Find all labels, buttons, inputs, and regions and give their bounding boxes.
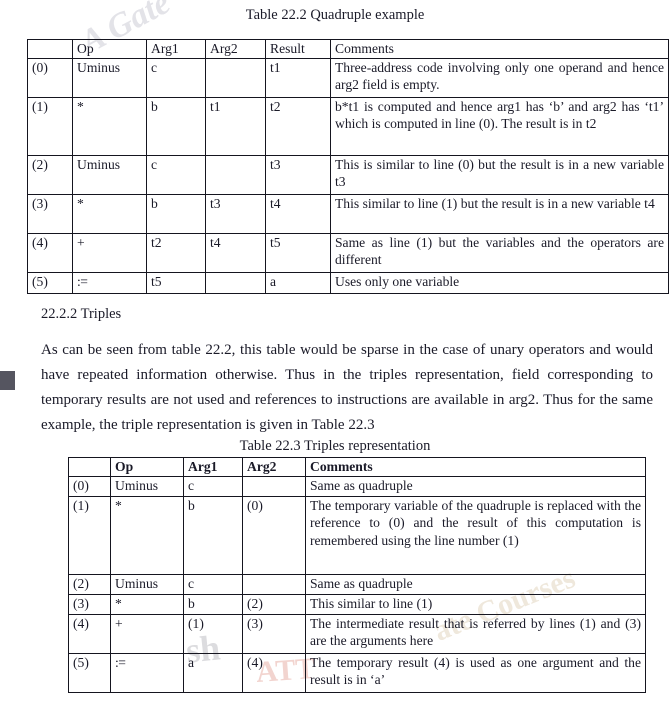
cell-op: +	[110, 614, 184, 655]
cell-arg2: (4)	[242, 653, 306, 694]
cell-comments: Uses only one variable	[330, 272, 669, 295]
cell-comments: b*t1 is computed and hence arg1 has ‘b’ …	[330, 97, 669, 157]
cell-arg2	[242, 574, 306, 596]
cell-index: (0)	[27, 58, 73, 99]
header-arg2: Arg2	[242, 456, 306, 478]
cell-arg1: t2	[146, 233, 206, 274]
header-op: Op	[110, 456, 184, 478]
cell-comments: Same as line (1) but the variables and t…	[330, 233, 669, 274]
cell-result: a	[265, 272, 331, 295]
cell-op: :=	[110, 653, 184, 694]
cell-arg2: t4	[205, 233, 266, 274]
cell-index: (5)	[27, 272, 73, 295]
cell-index: (2)	[68, 574, 111, 596]
cell-arg1: b	[146, 97, 206, 157]
cell-arg1: b	[183, 594, 243, 616]
cell-arg2	[205, 58, 266, 99]
table-22-3-caption: Table 22.3 Triples representation	[239, 438, 431, 454]
table-row: (0) Uminus c t1 Three-address code invol…	[27, 58, 669, 99]
cell-result: t2	[265, 97, 331, 157]
header-arg1: Arg1	[183, 456, 243, 478]
cell-comments: Same as quadruple	[305, 476, 646, 498]
table-row: (2) Uminus c t3 This is similar to line …	[27, 155, 669, 196]
cell-op: :=	[72, 272, 147, 295]
header-arg1: Arg1	[146, 38, 206, 60]
cell-index: (4)	[68, 614, 111, 655]
cell-index: (3)	[27, 194, 73, 235]
cell-op: *	[72, 97, 147, 157]
cell-op: *	[110, 496, 184, 576]
table-header-row: Op Arg1 Arg2 Comments	[68, 456, 646, 478]
cell-arg1: c	[146, 155, 206, 196]
cell-arg2: (2)	[242, 594, 306, 616]
cell-comments: The temporary variable of the quadruple …	[305, 496, 646, 576]
cell-op: Uminus	[72, 155, 147, 196]
triples-representation-table: Op Arg1 Arg2 Comments (0) Uminus c Same …	[68, 456, 646, 694]
cell-arg1: (1)	[183, 614, 243, 655]
cell-comments: The temporary result (4) is used as one …	[305, 653, 646, 694]
table-row: (0) Uminus c Same as quadruple	[68, 476, 646, 498]
cell-arg2: t3	[205, 194, 266, 235]
cell-index: (2)	[27, 155, 73, 196]
table-row: (5) := a (4) The temporary result (4) is…	[68, 653, 646, 694]
table-row: (2) Uminus c Same as quadruple	[68, 574, 646, 596]
header-comments: Comments	[330, 38, 669, 60]
margin-mark	[0, 371, 15, 390]
cell-comments: Three-address code involving only one op…	[330, 58, 669, 99]
cell-result: t4	[265, 194, 331, 235]
cell-arg2: (3)	[242, 614, 306, 655]
body-paragraph: As can be seen from table 22.2, this tab…	[41, 342, 653, 433]
cell-op: Uminus	[110, 476, 184, 498]
cell-arg1: c	[183, 574, 243, 596]
cell-result: t1	[265, 58, 331, 99]
table-row: (3) * b t3 t4 This similar to line (1) b…	[27, 194, 669, 235]
header-index	[27, 38, 73, 60]
header-comments: Comments	[305, 456, 646, 478]
header-result: Result	[265, 38, 331, 60]
cell-comments: This similar to line (1) but the result …	[330, 194, 669, 235]
cell-index: (4)	[27, 233, 73, 274]
cell-op: *	[110, 594, 184, 616]
cell-index: (0)	[68, 476, 111, 498]
section-heading: 22.2.2 Triples	[41, 306, 122, 322]
cell-arg1: a	[183, 653, 243, 694]
cell-comments: The intermediate result that is referred…	[305, 614, 646, 655]
cell-arg2	[205, 155, 266, 196]
table-header-row: Op Arg1 Arg2 Result Comments	[27, 38, 669, 60]
cell-result: t3	[265, 155, 331, 196]
cell-op: Uminus	[72, 58, 147, 99]
cell-arg1: c	[183, 476, 243, 498]
header-arg2: Arg2	[205, 38, 266, 60]
table-row: (1) * b t1 t2 b*t1 is computed and hence…	[27, 97, 669, 157]
cell-arg2: t1	[205, 97, 266, 157]
cell-arg2: (0)	[242, 496, 306, 576]
cell-index: (1)	[27, 97, 73, 157]
quadruple-example-table: Op Arg1 Arg2 Result Comments (0) Uminus …	[27, 38, 669, 295]
cell-comments: This is similar to line (0) but the resu…	[330, 155, 669, 196]
table-row: (5) := t5 a Uses only one variable	[27, 272, 669, 295]
table-row: (4) + t2 t4 t5 Same as line (1) but the …	[27, 233, 669, 274]
cell-comments: This similar to line (1)	[305, 594, 646, 616]
table-row: (3) * b (2) This similar to line (1)	[68, 594, 646, 616]
cell-arg1: c	[146, 58, 206, 99]
table-row: (4) + (1) (3) The intermediate result th…	[68, 614, 646, 655]
cell-op: +	[72, 233, 147, 274]
cell-result: t5	[265, 233, 331, 274]
cell-arg2	[205, 272, 266, 295]
header-index	[68, 456, 111, 478]
cell-comments: Same as quadruple	[305, 574, 646, 596]
table-22-2-caption: Table 22.2 Quadruple example	[245, 7, 425, 23]
header-op: Op	[72, 38, 147, 60]
cell-index: (5)	[68, 653, 111, 694]
cell-index: (1)	[68, 496, 111, 576]
cell-arg1: b	[146, 194, 206, 235]
cell-op: Uminus	[110, 574, 184, 596]
cell-index: (3)	[68, 594, 111, 616]
cell-op: *	[72, 194, 147, 235]
cell-arg1: b	[183, 496, 243, 576]
cell-arg1: t5	[146, 272, 206, 295]
table-row: (1) * b (0) The temporary variable of th…	[68, 496, 646, 576]
cell-arg2	[242, 476, 306, 498]
